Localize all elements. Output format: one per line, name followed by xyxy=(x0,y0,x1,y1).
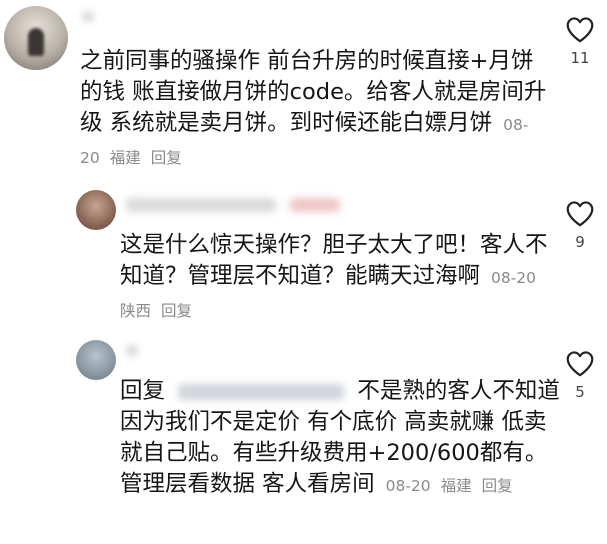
reply-button[interactable]: 回复 xyxy=(161,302,192,320)
comment-location: 陕西 xyxy=(120,302,152,320)
like-count: 11 xyxy=(570,49,590,67)
like-button[interactable]: 9 xyxy=(560,200,600,251)
comment-date: 08-20 xyxy=(385,477,431,495)
comment-text: 回复 不是熟的客人不知道 因为我们不是定价 有个底价 高卖就赚 低卖就自己贴。有… xyxy=(120,378,560,497)
comment-text: 这是什么惊天操作？胆子太大了吧！客人不知道？管理层不知道？能瞒天过海啊 08-2… xyxy=(120,232,548,320)
heart-outline-icon xyxy=(566,351,594,377)
avatar[interactable] xyxy=(4,6,68,70)
like-count: 5 xyxy=(575,383,585,401)
avatar[interactable] xyxy=(76,190,116,230)
username-blurred[interactable] xyxy=(126,198,276,212)
like-count: 9 xyxy=(575,233,585,251)
heart-outline-icon xyxy=(566,17,594,43)
mentioned-user-blurred[interactable] xyxy=(178,383,345,400)
reply-prefix: 回复 xyxy=(120,378,166,404)
comment-date: 08-20 xyxy=(490,269,536,287)
avatar[interactable] xyxy=(76,340,116,380)
username-blurred[interactable] xyxy=(82,12,94,21)
comment-location: 福建 xyxy=(109,149,141,167)
reply-button[interactable]: 回复 xyxy=(482,477,513,495)
reply-button[interactable]: 回复 xyxy=(151,149,182,167)
comment-text: 之前同事的骚操作 前台升房的时候直接+月饼的钱 账直接做月饼的code。给客人就… xyxy=(80,48,547,167)
username-blurred[interactable] xyxy=(126,346,138,355)
like-button[interactable]: 11 xyxy=(560,16,600,67)
user-badge-blurred xyxy=(290,198,340,212)
like-button[interactable]: 5 xyxy=(560,350,600,401)
comment-location: 福建 xyxy=(440,477,472,495)
heart-outline-icon xyxy=(566,201,594,227)
